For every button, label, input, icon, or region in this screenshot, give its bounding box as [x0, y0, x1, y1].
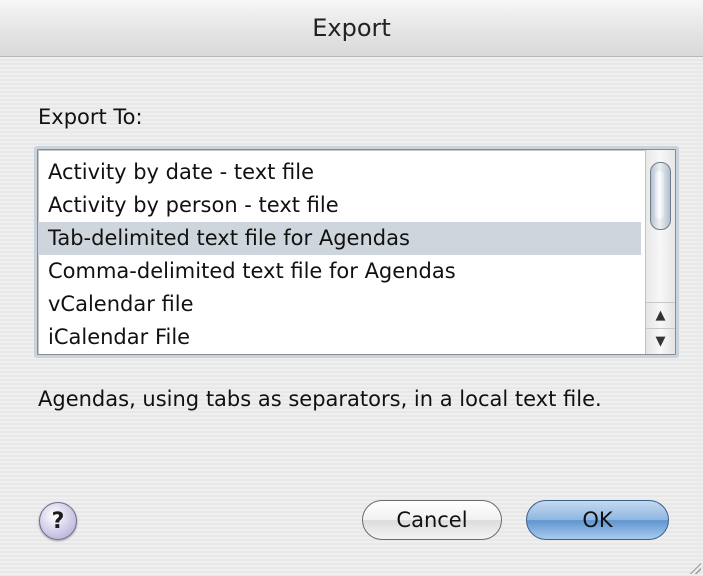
export-format-rows: Activity by date - text file Activity by…: [38, 156, 641, 354]
export-to-label: Export To:: [38, 105, 143, 129]
resize-grip-icon[interactable]: [687, 560, 701, 574]
list-item-tab-delimited-agendas[interactable]: Tab-delimited text file for Agendas: [38, 222, 641, 255]
list-item-activity-by-date[interactable]: Activity by date - text file: [38, 156, 641, 189]
list-scrollbar[interactable]: ▲ ▼: [645, 150, 675, 354]
list-item-activity-by-person[interactable]: Activity by person - text file: [38, 189, 641, 222]
window-title: Export: [312, 14, 391, 42]
cancel-button[interactable]: Cancel: [362, 500, 502, 540]
window-title-bar[interactable]: Export: [0, 0, 703, 57]
list-item-vcalendar[interactable]: vCalendar file: [38, 288, 641, 321]
ok-button[interactable]: OK: [526, 500, 669, 540]
export-format-list[interactable]: Activity by date - text file Activity by…: [37, 149, 676, 355]
scroll-up-arrow-icon[interactable]: ▲: [646, 302, 675, 328]
export-dialog: Export Export To: Activity by date - tex…: [0, 0, 703, 576]
dialog-content: Export To: Activity by date - text file …: [0, 57, 703, 576]
list-item-comma-delimited-agendas[interactable]: Comma-delimited text file for Agendas: [38, 255, 641, 288]
help-icon[interactable]: ?: [39, 502, 77, 540]
scroll-down-arrow-icon[interactable]: ▼: [646, 328, 675, 354]
list-item-icalendar[interactable]: iCalendar File: [38, 321, 641, 354]
scrollbar-thumb[interactable]: [650, 162, 671, 230]
format-description: Agendas, using tabs as separators, in a …: [38, 387, 602, 411]
